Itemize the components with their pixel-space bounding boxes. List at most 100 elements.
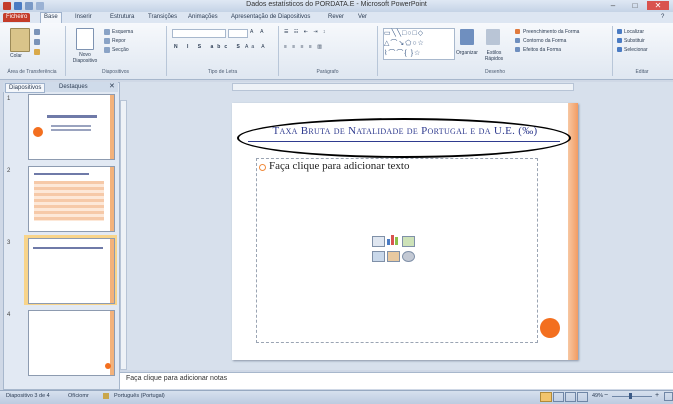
new-slide-icon[interactable] [76, 28, 94, 50]
tab-design[interactable]: Estrutura [107, 13, 137, 22]
shape-fill-button[interactable]: Preenchimento da Forma [523, 29, 579, 35]
group-paragraph-label: Parágrafo [316, 69, 339, 75]
slide-title[interactable]: Taxa Bruta de Natalidade de Portugal e d… [250, 125, 560, 137]
slide-thumbnail-3[interactable] [28, 238, 115, 304]
bullet-icon [259, 164, 266, 171]
font-color-buttons[interactable]: Aa A [245, 44, 268, 50]
quick-styles-icon[interactable] [486, 29, 500, 45]
minimize-button[interactable]: – [603, 1, 623, 10]
reset-button[interactable]: Repor [112, 38, 126, 44]
format-painter-icon[interactable] [34, 49, 40, 55]
language-indicator[interactable]: Português (Portugal) [114, 393, 165, 399]
horizontal-ruler [232, 83, 574, 91]
arrange-label[interactable]: Organizar [456, 50, 478, 56]
replace-icon [617, 38, 622, 43]
spellcheck-icon[interactable] [103, 393, 109, 399]
title-highlight-ellipse [237, 118, 571, 158]
group-font-label: Tipo de Letra [207, 69, 238, 75]
zoom-slider[interactable] [612, 396, 652, 397]
font-size-buttons[interactable]: A A [250, 29, 267, 35]
group-editing-label: Editar [635, 69, 649, 75]
insert-media-icon[interactable] [402, 251, 415, 262]
arrange-icon[interactable] [460, 29, 474, 45]
tab-slideshow[interactable]: Apresentação de Diapositivos [228, 13, 313, 22]
shape-outline-icon [515, 38, 520, 43]
fit-to-window-icon[interactable] [664, 392, 673, 401]
zoom-in-button[interactable]: + [655, 392, 659, 399]
slide-thumbnail-4[interactable] [28, 310, 115, 376]
insert-table-icon[interactable] [372, 236, 385, 247]
group-separator [612, 26, 613, 76]
panel-close-icon[interactable]: ✕ [106, 83, 118, 91]
normal-view-icon[interactable] [540, 392, 552, 402]
group-separator [278, 26, 279, 76]
reading-view-icon[interactable] [565, 392, 576, 402]
paste-label[interactable]: Colar [10, 53, 22, 59]
window-title: Dados estatísticos do PORDATA.E - Micros… [246, 1, 427, 8]
vertical-ruler [120, 100, 127, 370]
select-button[interactable]: Selecionar [624, 47, 648, 53]
shape-effects-button[interactable]: Efeitos da Forma [523, 47, 561, 53]
reset-icon [104, 38, 110, 44]
group-clipboard-label: Área de Transferência [7, 69, 57, 75]
slideshow-view-icon[interactable] [577, 392, 588, 402]
title-bar: Dados estatísticos do PORDATA.E - Micros… [0, 0, 673, 12]
close-button[interactable]: ✕ [647, 1, 669, 10]
copy-icon[interactable] [34, 39, 40, 45]
slide-decoration-bar [568, 103, 578, 360]
slide-counter: Diapositivo 3 de 4 [6, 393, 50, 399]
slide-number: 2 [7, 168, 11, 174]
slide-number: 1 [7, 96, 11, 102]
content-placeholder-text[interactable]: Faça clique para adicionar texto [269, 160, 410, 172]
slide-sorter-icon[interactable] [553, 392, 564, 402]
tab-slides[interactable]: Diapositivos [5, 83, 46, 93]
slide-thumbnail-2[interactable] [28, 166, 115, 232]
slide-number: 3 [7, 240, 11, 246]
insert-picture-icon[interactable] [372, 251, 385, 262]
find-icon [617, 29, 622, 34]
font-name-field[interactable] [172, 29, 226, 38]
find-button[interactable]: Localizar [624, 29, 644, 35]
tab-transitions[interactable]: Transições [145, 13, 180, 22]
theme-name[interactable]: Ofíciomr [68, 393, 89, 399]
notes-placeholder[interactable]: Faça clique para adicionar notas [126, 375, 227, 382]
insert-clipart-icon[interactable] [387, 251, 400, 262]
layout-button[interactable]: Esquema [112, 29, 133, 35]
shape-outline-button[interactable]: Contorno da Forma [523, 38, 566, 44]
title-underline [248, 141, 560, 142]
select-icon [617, 47, 622, 52]
tab-animations[interactable]: Animações [185, 13, 221, 22]
shapes-gallery[interactable]: ▭╲╲□○□◇ △⌒↘⬠○☆ ⌇⌒⌒{ }☆ [383, 28, 455, 60]
zoom-level[interactable]: 49% [592, 393, 603, 399]
zoom-out-button[interactable]: − [604, 392, 608, 399]
slide-thumbnail-1[interactable] [28, 94, 115, 160]
font-format-buttons[interactable]: N I S abc S [174, 44, 244, 50]
new-slide-label[interactable]: Novo Diapositivo [70, 52, 100, 64]
tab-outline[interactable]: Destaques [56, 83, 91, 91]
section-button[interactable]: Secção [112, 47, 129, 53]
layout-icon [104, 29, 110, 35]
section-icon [104, 47, 110, 53]
group-separator [377, 26, 378, 76]
align-buttons[interactable]: ≡ ≡ ≡ ≡ ▥ [284, 44, 324, 50]
slide-number: 4 [7, 312, 11, 318]
quick-styles-label[interactable]: Estilos Rápidos [481, 50, 507, 62]
paste-icon[interactable] [10, 28, 30, 52]
shape-fill-icon [515, 29, 520, 34]
tab-review[interactable]: Rever [325, 13, 347, 22]
insert-chart-icon[interactable] [387, 234, 399, 245]
zoom-slider-thumb[interactable] [629, 393, 632, 399]
cut-icon[interactable] [34, 29, 40, 35]
shape-effects-icon [515, 47, 520, 52]
font-size-field[interactable] [228, 29, 248, 38]
insert-smartart-icon[interactable] [402, 236, 415, 247]
tab-insert[interactable]: Inserir [72, 13, 95, 22]
maximize-button[interactable]: □ [625, 1, 645, 10]
help-icon[interactable]: ? [658, 13, 667, 22]
tab-file[interactable]: Ficheiro [3, 13, 31, 22]
tab-home[interactable]: Base [40, 12, 62, 23]
group-separator [166, 26, 167, 76]
replace-button[interactable]: Substituir [624, 38, 645, 44]
list-buttons[interactable]: ☰ ☷ ⇤ ⇥ ↕ [284, 29, 327, 35]
tab-view[interactable]: Ver [355, 13, 370, 22]
